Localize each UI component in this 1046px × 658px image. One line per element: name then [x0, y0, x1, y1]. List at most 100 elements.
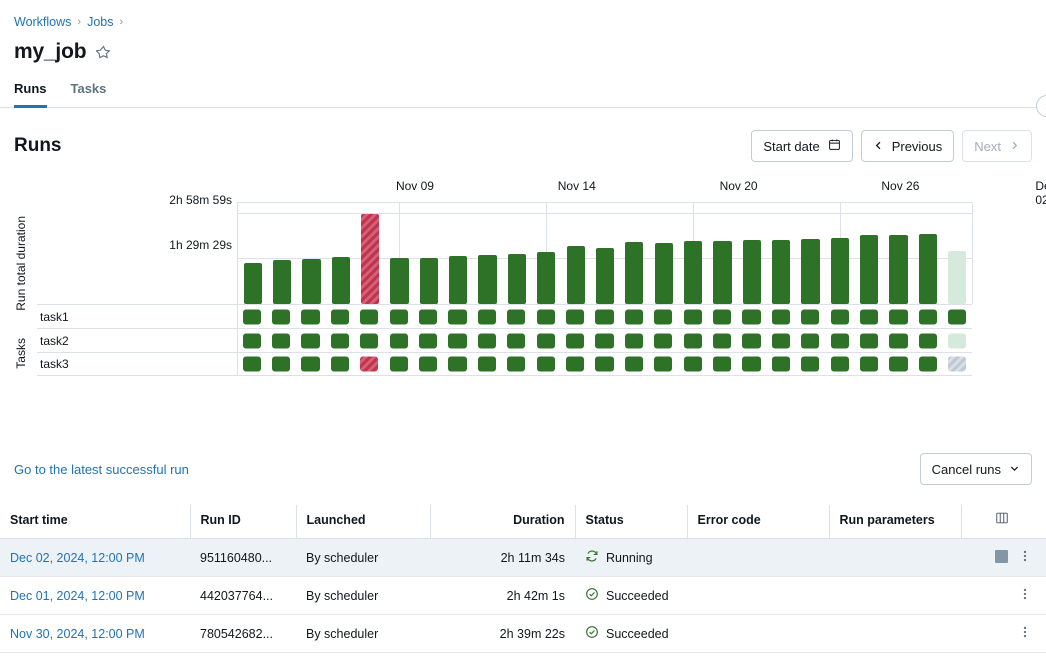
task-cell[interactable] [301, 357, 319, 372]
task-cell[interactable] [595, 333, 613, 348]
column-header-status[interactable]: Status [575, 505, 687, 539]
task-cell[interactable] [566, 357, 584, 372]
chart-bar[interactable] [273, 260, 291, 304]
chart-bar[interactable] [361, 214, 379, 304]
chart-bar[interactable] [889, 235, 907, 304]
task-cell[interactable] [948, 357, 966, 372]
cancel-runs-button[interactable]: Cancel runs [920, 453, 1032, 485]
task-cell[interactable] [331, 357, 349, 372]
task-cell[interactable] [595, 357, 613, 372]
task-cell[interactable] [360, 333, 378, 348]
task-cell[interactable] [801, 333, 819, 348]
chart-bar[interactable] [244, 263, 262, 304]
previous-button[interactable]: Previous [861, 130, 955, 162]
task-cell[interactable] [566, 309, 584, 324]
chart-bar[interactable] [772, 240, 790, 304]
task-cell[interactable] [419, 357, 437, 372]
chart-bar[interactable] [537, 252, 555, 304]
task-cell[interactable] [419, 333, 437, 348]
task-cell[interactable] [301, 333, 319, 348]
task-cell[interactable] [684, 357, 702, 372]
task-cell[interactable] [831, 357, 849, 372]
task-cell[interactable] [625, 357, 643, 372]
task-cell[interactable] [243, 333, 261, 348]
run-start-time-link[interactable]: Dec 02, 2024, 12:00 PM [10, 551, 145, 565]
task-cell[interactable] [684, 309, 702, 324]
latest-successful-run-link[interactable]: Go to the latest successful run [14, 462, 189, 477]
table-row[interactable]: Dec 02, 2024, 12:00 PM951160480...By sch… [0, 539, 1046, 577]
task-cell[interactable] [831, 309, 849, 324]
task-cell[interactable] [243, 309, 261, 324]
task-cell[interactable] [390, 309, 408, 324]
task-cell[interactable] [537, 357, 555, 372]
task-cell[interactable] [860, 333, 878, 348]
cell-start-time[interactable]: Dec 01, 2024, 12:00 PM [0, 577, 190, 615]
column-header-launched[interactable]: Launched [296, 505, 430, 539]
task-cell[interactable] [831, 333, 849, 348]
task-cell[interactable] [654, 309, 672, 324]
task-cell[interactable] [742, 333, 760, 348]
table-row[interactable]: Dec 01, 2024, 12:00 PM442037764...By sch… [0, 577, 1046, 615]
breadcrumb-item-workflows[interactable]: Workflows [14, 14, 71, 30]
task-cell[interactable] [919, 309, 937, 324]
table-row[interactable]: Nov 30, 2024, 12:00 PM780542682...By sch… [0, 615, 1046, 653]
column-header-duration[interactable]: Duration [430, 505, 575, 539]
task-cell[interactable] [301, 309, 319, 324]
task-cell[interactable] [360, 357, 378, 372]
task-cell[interactable] [742, 309, 760, 324]
row-menu-icon[interactable] [1018, 549, 1032, 563]
task-cell[interactable] [595, 309, 613, 324]
chart-bar[interactable] [390, 258, 408, 304]
chart-bar[interactable] [831, 238, 849, 304]
task-cell[interactable] [360, 309, 378, 324]
chart-bar[interactable] [596, 248, 614, 304]
task-cell[interactable] [713, 357, 731, 372]
task-cell[interactable] [448, 309, 466, 324]
task-cell[interactable] [478, 333, 496, 348]
task-cell[interactable] [801, 357, 819, 372]
task-cell[interactable] [654, 333, 672, 348]
task-cell[interactable] [331, 309, 349, 324]
columns-settings-icon[interactable] [961, 505, 1046, 539]
task-cell[interactable] [919, 357, 937, 372]
task-cell[interactable] [625, 333, 643, 348]
tab-tasks[interactable]: Tasks [71, 81, 107, 108]
chart-bar[interactable] [860, 235, 878, 304]
chart-bar[interactable] [449, 256, 467, 304]
task-cell[interactable] [742, 357, 760, 372]
task-cell[interactable] [272, 333, 290, 348]
task-cell[interactable] [948, 309, 966, 324]
task-cell[interactable] [772, 309, 790, 324]
task-cell[interactable] [478, 357, 496, 372]
task-cell[interactable] [390, 333, 408, 348]
breadcrumb-item-jobs[interactable]: Jobs [87, 14, 113, 30]
run-start-time-link[interactable]: Nov 30, 2024, 12:00 PM [10, 627, 145, 641]
task-cell[interactable] [537, 333, 555, 348]
task-cell[interactable] [507, 309, 525, 324]
chart-bar[interactable] [508, 254, 526, 304]
cell-start-time[interactable]: Dec 02, 2024, 12:00 PM [0, 539, 190, 577]
task-cell[interactable] [507, 333, 525, 348]
run-start-time-link[interactable]: Dec 01, 2024, 12:00 PM [10, 589, 145, 603]
row-menu-icon[interactable] [1018, 587, 1032, 601]
task-cell[interactable] [713, 309, 731, 324]
task-cell[interactable] [801, 309, 819, 324]
task-cell[interactable] [772, 333, 790, 348]
task-cell[interactable] [948, 333, 966, 348]
chart-bar[interactable] [302, 259, 320, 304]
task-cell[interactable] [507, 357, 525, 372]
task-cell[interactable] [684, 333, 702, 348]
task-cell[interactable] [860, 309, 878, 324]
chart-bar[interactable] [801, 239, 819, 304]
task-cell[interactable] [566, 333, 584, 348]
task-cell[interactable] [889, 309, 907, 324]
chart-bar[interactable] [420, 258, 438, 304]
star-icon[interactable] [96, 45, 111, 60]
chart-bar[interactable] [478, 255, 496, 304]
task-cell[interactable] [272, 309, 290, 324]
column-header-run-parameters[interactable]: Run parameters [829, 505, 961, 539]
chart-bar[interactable] [684, 241, 702, 304]
task-cell[interactable] [390, 357, 408, 372]
stop-run-icon[interactable] [995, 550, 1008, 563]
column-header-start-time[interactable]: Start time [0, 505, 190, 539]
